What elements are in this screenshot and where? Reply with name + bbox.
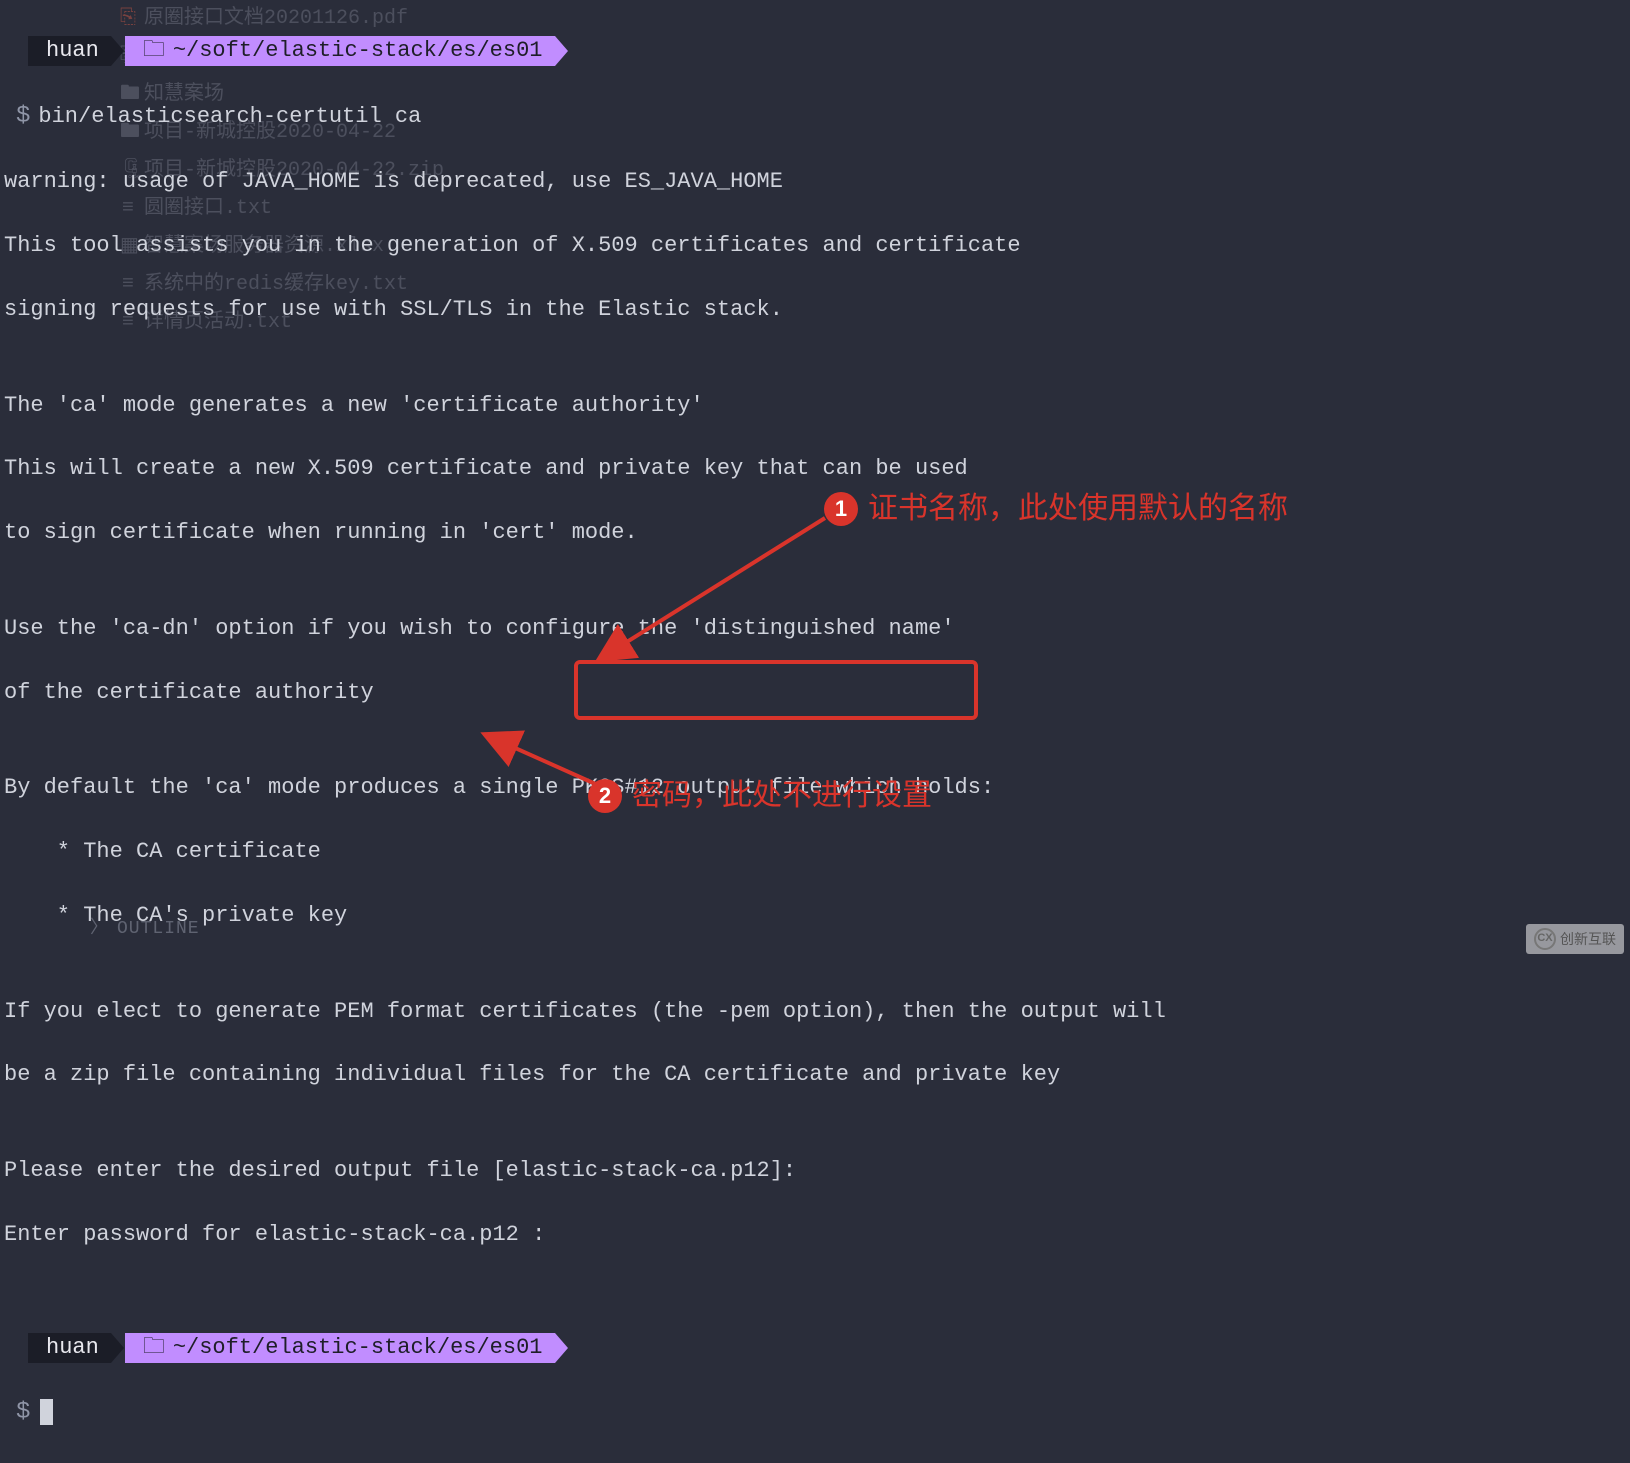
command-line: $bin/elasticsearch-certutil ca: [4, 100, 1626, 135]
output-line: signing requests for use with SSL/TLS in…: [4, 294, 1626, 326]
annotation-badge-2: 2: [588, 779, 622, 813]
folder-icon: 🗀: [143, 1332, 165, 1364]
watermark: CX 创新互联: [1526, 924, 1624, 954]
watermark-logo-icon: CX: [1534, 928, 1556, 950]
output-line: If you elect to generate PEM format cert…: [4, 996, 1626, 1028]
output-line: This tool assists you in the generation …: [4, 230, 1626, 262]
chevron-right-icon: 〉: [90, 916, 109, 942]
annotation-text-2: 密码，此处不进行设置: [632, 774, 932, 818]
annotation-2: 2 密码，此处不进行设置: [588, 774, 932, 818]
default-filename: [elastic-stack-ca.p12]:: [492, 1158, 796, 1183]
annotation-text-1: 证书名称，此处使用默认的名称: [868, 487, 1288, 531]
command-text: bin/elasticsearch-certutil ca: [38, 104, 421, 129]
folder-icon: 🗀: [143, 35, 165, 67]
output-line: Use the 'ca-dn' option if you wish to co…: [4, 613, 1626, 645]
outline-panel-collapsed[interactable]: 〉 OUTLINE: [90, 916, 200, 942]
prompt-path-segment: 🗀~/soft/elastic-stack/es/es01: [125, 36, 555, 66]
output-line: The 'ca' mode generates a new 'certifica…: [4, 390, 1626, 422]
terminal[interactable]: huan 🗀~/soft/elastic-stack/es/es01 $bin/…: [0, 0, 1630, 1463]
output-line: to sign certificate when running in 'cer…: [4, 517, 1626, 549]
output-line: warning: usage of JAVA_HOME is deprecate…: [4, 166, 1626, 198]
prompt-line-1: huan 🗀~/soft/elastic-stack/es/es01: [4, 34, 1626, 68]
prompt-line-2: huan 🗀~/soft/elastic-stack/es/es01: [4, 1331, 1626, 1365]
output-line: * The CA certificate: [4, 836, 1626, 868]
cursor: [40, 1399, 53, 1425]
annotation-1: 1 证书名称，此处使用默认的名称: [824, 487, 1288, 531]
cursor-line[interactable]: $: [4, 1396, 1626, 1431]
prompt-path-segment: 🗀~/soft/elastic-stack/es/es01: [125, 1333, 555, 1363]
output-line: * The CA's private key: [4, 900, 1626, 932]
output-line: be a zip file containing individual file…: [4, 1059, 1626, 1091]
output-prompt-password: Enter password for elastic-stack-ca.p12 …: [4, 1219, 1626, 1251]
annotation-badge-1: 1: [824, 492, 858, 526]
highlight-box-filename: [574, 660, 978, 720]
prompt-dollar: $: [4, 103, 38, 130]
output-line: This will create a new X.509 certificate…: [4, 453, 1626, 485]
prompt-user-segment: huan: [28, 1333, 111, 1363]
prompt-user-segment: huan: [28, 36, 111, 66]
output-prompt-filename: Please enter the desired output file [el…: [4, 1155, 1626, 1187]
